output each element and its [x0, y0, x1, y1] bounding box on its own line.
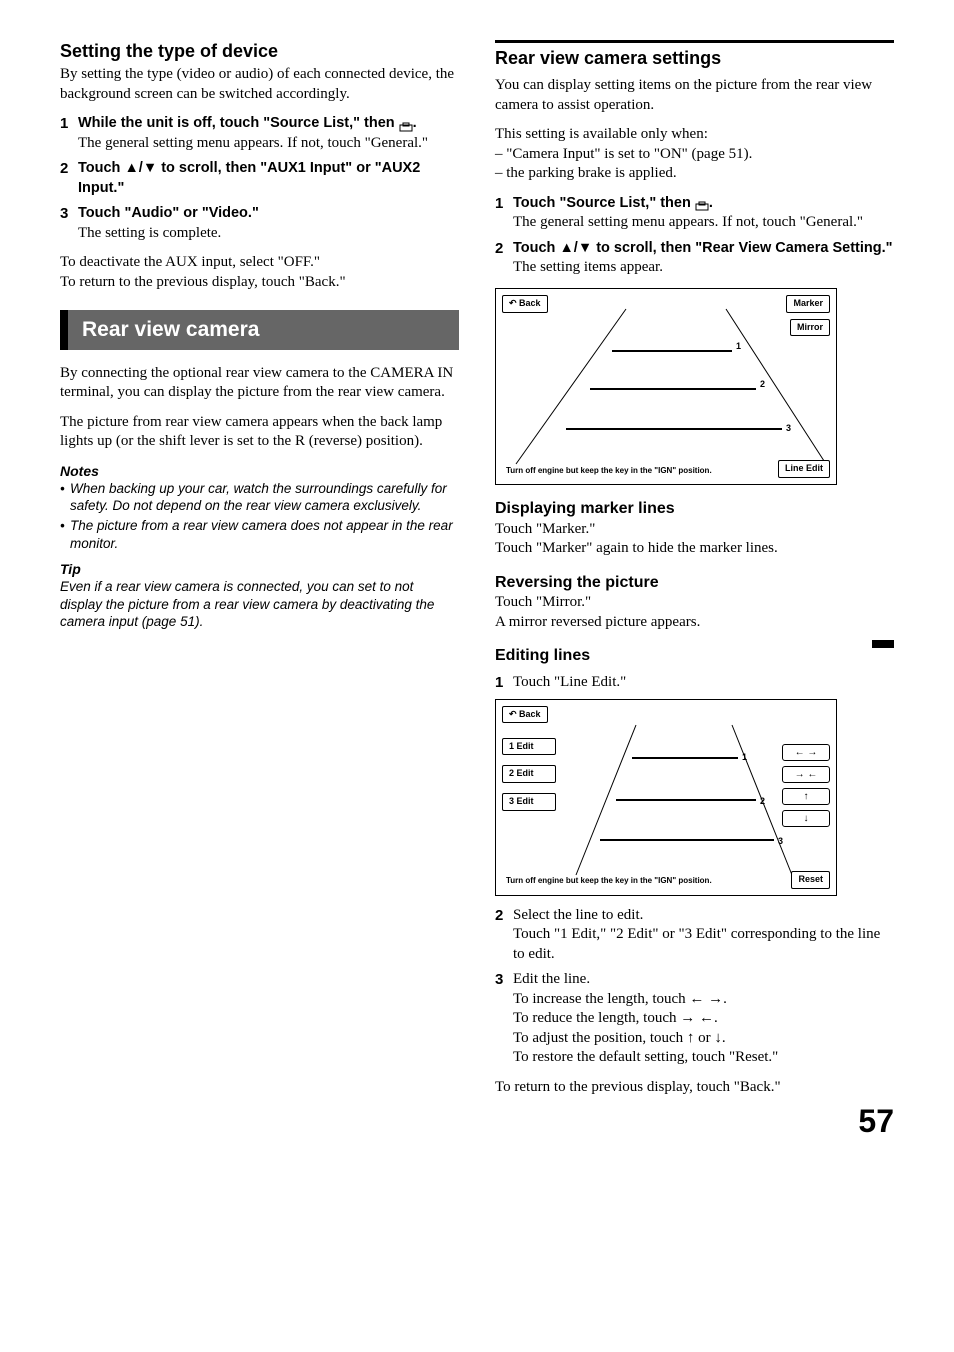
perspective-lines: 1 2 3	[496, 289, 836, 484]
note-item: The picture from a rear view camera does…	[60, 517, 459, 552]
back-button[interactable]: ↶ Back	[502, 295, 548, 313]
step-num: 2	[60, 159, 78, 198]
rvc-p2: The picture from rear view camera appear…	[60, 413, 459, 452]
toolbox-icon	[399, 119, 413, 129]
up-arrow-button[interactable]: ↑	[782, 788, 830, 805]
step-detail: Select the line to edit.	[513, 907, 643, 923]
line-label-3: 3	[786, 423, 791, 433]
dev-after-1: To deactivate the AUX input, select "OFF…	[60, 253, 459, 273]
step-text: Touch "Source List," then .	[513, 195, 713, 211]
edit-3-button[interactable]: 3 Edit	[502, 793, 556, 811]
heading-rvc-settings: Rear view camera settings	[495, 47, 894, 70]
section-title: Rear view camera	[60, 310, 459, 349]
figure-line-edit-screen: 1 2 3 ↶ Back 1 Edit 2 Edit 3 Edit ← → → …	[495, 699, 837, 896]
dev-after-2: To return to the previous display, touch…	[60, 273, 459, 293]
step-detail: The setting is complete.	[78, 225, 221, 241]
note-item: When backing up your car, watch the surr…	[60, 480, 459, 515]
down-arrow-button[interactable]: ↓	[782, 810, 830, 827]
avail-list: – "Camera Input" is set to "ON" (page 51…	[495, 145, 894, 184]
section-rear-view-camera: Rear view camera	[60, 310, 459, 349]
rev-p1: Touch "Mirror."	[495, 593, 894, 613]
step-num: 3	[60, 204, 78, 243]
avail-item: – "Camera Input" is set to "ON" (page 51…	[495, 145, 894, 165]
line-edit-button[interactable]: Line Edit	[778, 460, 830, 478]
edit-2-button[interactable]: 2 Edit	[502, 765, 556, 783]
avail-item: – the parking brake is applied.	[495, 164, 894, 184]
step-detail: Touch "1 Edit," "2 Edit" or "3 Edit" cor…	[513, 926, 880, 962]
step-num: 1	[495, 194, 513, 233]
settings-intro: You can display setting items on the pic…	[495, 76, 894, 115]
thumb-index-mark	[872, 640, 894, 648]
edit-1-button[interactable]: 1 Edit	[502, 738, 556, 756]
step-num: 1	[495, 673, 513, 693]
tip-text: Even if a rear view camera is connected,…	[60, 578, 459, 631]
step-line: To increase the length, touch ← →.	[513, 991, 727, 1007]
step-detail: Edit the line.	[513, 971, 590, 987]
step-line: To reduce the length, touch → ←.	[513, 1010, 718, 1026]
step-line: To adjust the position, touch ↑ or ↓.	[513, 1030, 726, 1046]
step-detail: Touch "Line Edit."	[513, 674, 626, 690]
right-column: Rear view camera settings You can displa…	[495, 40, 894, 1143]
step-num: 2	[495, 239, 513, 278]
notes-list: When backing up your car, watch the surr…	[60, 480, 459, 552]
svg-text:3: 3	[778, 836, 783, 846]
settings-steps: 1 Touch "Source List," then . The genera…	[495, 194, 894, 278]
step-text: While the unit is off, touch "Source Lis…	[78, 115, 417, 131]
page-number: 57	[495, 1101, 894, 1143]
reset-button[interactable]: Reset	[791, 871, 830, 889]
notes-heading: Notes	[60, 462, 459, 480]
devtype-steps: 1 While the unit is off, touch "Source L…	[60, 114, 459, 243]
step-text: Touch ▲/▼ to scroll, then "AUX1 Input" o…	[78, 160, 420, 196]
rev-p2: A mirror reversed picture appears.	[495, 613, 894, 633]
step-line: To restore the default setting, touch "R…	[513, 1049, 778, 1065]
step-num: 2	[495, 906, 513, 965]
heading-rule	[495, 40, 894, 43]
shorten-arrows-button[interactable]: → ←	[782, 766, 830, 783]
edit-steps-pre: 1 Touch "Line Edit."	[495, 673, 894, 693]
heading-setting-device-type: Setting the type of device	[60, 40, 459, 63]
step-text: Touch ▲/▼ to scroll, then "Rear View Cam…	[513, 240, 893, 256]
heading-displaying-marker: Displaying marker lines	[495, 499, 894, 520]
step-num: 1	[60, 114, 78, 153]
marker-button[interactable]: Marker	[786, 295, 830, 313]
svg-text:2: 2	[760, 796, 765, 806]
heading-editing-lines: Editing lines	[495, 646, 894, 667]
edit-steps-post: 2 Select the line to edit. Touch "1 Edit…	[495, 906, 894, 1068]
line-label-2: 2	[760, 379, 765, 389]
line-label-1: 1	[736, 341, 741, 351]
toolbox-icon	[695, 198, 709, 208]
ign-note: Turn off engine but keep the key in the …	[506, 466, 712, 476]
step-detail: The general setting menu appears. If not…	[78, 135, 428, 151]
back-arrow-icon: ↶	[509, 709, 519, 719]
step-detail: The setting items appear.	[513, 259, 663, 275]
marker-p1: Touch "Marker."	[495, 520, 894, 540]
rvc-p1: By connecting the optional rear view cam…	[60, 364, 459, 403]
step-detail: The general setting menu appears. If not…	[513, 214, 863, 230]
tip-heading: Tip	[60, 560, 459, 578]
back-button[interactable]: ↶ Back	[502, 706, 548, 724]
ign-note: Turn off engine but keep the key in the …	[506, 876, 712, 886]
lengthen-arrows-button[interactable]: ← →	[782, 744, 830, 761]
left-column: Setting the type of device By setting th…	[60, 40, 459, 1143]
mirror-button[interactable]: Mirror	[790, 319, 830, 337]
step-num: 3	[495, 970, 513, 1068]
step-text: Touch "Audio" or "Video."	[78, 205, 259, 221]
svg-text:1: 1	[742, 752, 747, 762]
avail-lead: This setting is available only when:	[495, 125, 894, 145]
back-arrow-icon: ↶	[509, 298, 519, 308]
devtype-intro: By setting the type (video or audio) of …	[60, 65, 459, 104]
return-text: To return to the previous display, touch…	[495, 1078, 894, 1098]
figure-rvc-settings-screen: 1 2 3 ↶ Back Marker Mirror Turn off engi…	[495, 288, 837, 485]
heading-reversing: Reversing the picture	[495, 573, 894, 594]
marker-p2: Touch "Marker" again to hide the marker …	[495, 539, 894, 559]
